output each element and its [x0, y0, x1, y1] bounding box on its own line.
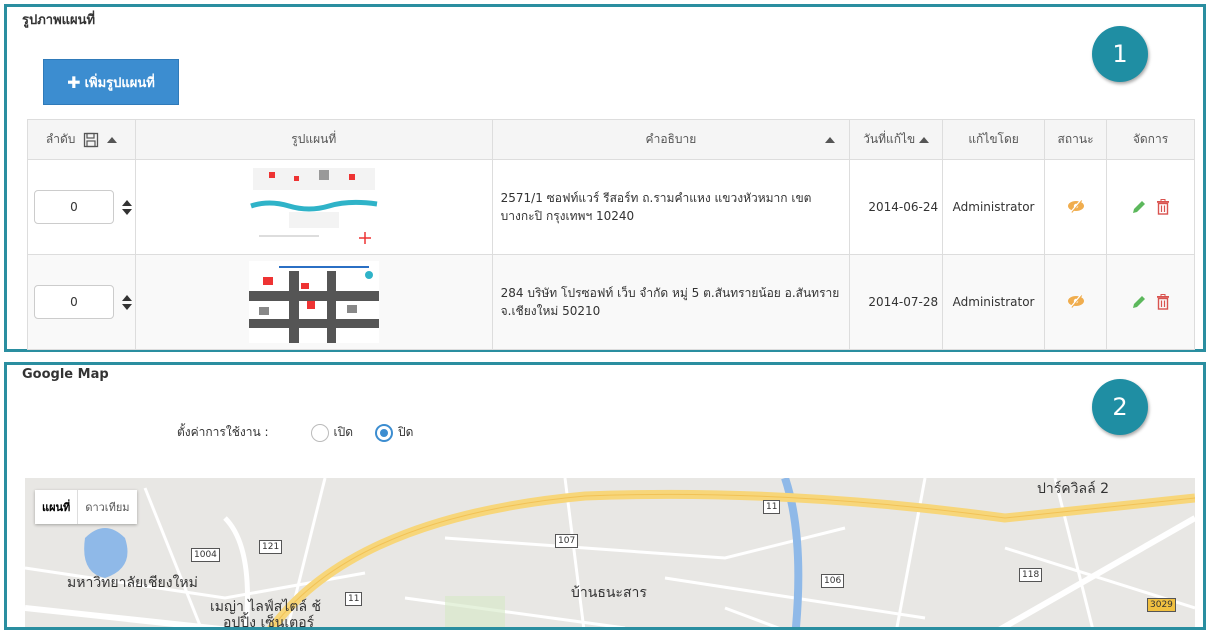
- order-cell: 0: [27, 159, 136, 255]
- road-number-badge: 106: [821, 574, 845, 588]
- header-manage: จัดการ: [1106, 119, 1195, 160]
- map-label-ban-thanasan: บ้านธนะสาร: [571, 585, 647, 601]
- sort-up-icon[interactable]: [825, 137, 836, 143]
- header-status: สถานะ: [1044, 119, 1108, 160]
- order-stepper[interactable]: [121, 292, 134, 313]
- road-number-badge: 11: [763, 500, 781, 514]
- radio-on[interactable]: [310, 423, 329, 442]
- radio-off-label: ปิด: [398, 425, 414, 439]
- road-number-badge: 118: [1019, 568, 1043, 582]
- road-number-badge: 121: [259, 540, 283, 554]
- radio-on-label: เปิด: [333, 425, 354, 439]
- image-cell: [134, 159, 493, 255]
- sort-up-icon: [919, 136, 930, 143]
- setting-label: ตั้งค่าการใช้งาน :: [177, 425, 269, 439]
- edited-by-cell: Administrator: [942, 159, 1046, 255]
- radio-option-off[interactable]: ปิด: [375, 423, 413, 442]
- panel-title: Google Map: [22, 367, 109, 382]
- radio-option-on[interactable]: เปิด: [310, 423, 354, 442]
- sort-up-icon[interactable]: [107, 136, 118, 143]
- add-map-image-button[interactable]: ✚ เพิ่มรูปแผนที่: [43, 59, 179, 105]
- edit-icon[interactable]: [1131, 294, 1147, 310]
- road-number-badge: 11: [345, 592, 363, 606]
- road-number-badge: 1004: [191, 548, 220, 562]
- order-cell: 0: [27, 254, 136, 350]
- description-cell: 2571/1 ซอฟท์แวร์ รีสอร์ท ถ.รามคำแหง แขวง…: [491, 159, 851, 255]
- map-label-park-villa: ปาร์ควิลล์ 2: [1037, 481, 1110, 497]
- google-map[interactable]: แผนที่ ดาวเทียม ปาร์ควิลล์ 2 มหาวิทยาลัย…: [25, 478, 1195, 630]
- map-label-central: อปปิ้ง เซ็นเตอร์: [223, 615, 315, 630]
- header-description-label: คำอธิบาย: [645, 132, 697, 146]
- edited-by-cell: Administrator: [942, 254, 1046, 350]
- edit-icon[interactable]: [1131, 199, 1147, 215]
- map-type-control[interactable]: แผนที่ ดาวเทียม: [35, 490, 137, 524]
- order-input[interactable]: 0: [34, 190, 114, 224]
- table-row: 0: [27, 159, 1195, 255]
- delete-icon[interactable]: [1156, 199, 1170, 215]
- road-number-badge: 107: [555, 534, 579, 548]
- header-order[interactable]: ลำดับ: [27, 119, 136, 160]
- google-map-panel: Google Map 2 ตั้งค่าการใช้งาน : เปิด ปิด: [4, 362, 1206, 630]
- stepper-up-icon[interactable]: [121, 199, 132, 206]
- map-type-map[interactable]: แผนที่: [35, 490, 77, 524]
- order-input[interactable]: 0: [34, 285, 114, 319]
- road-number-badge: 3029: [1147, 598, 1176, 612]
- map-images-panel: รูปภาพแผนที่ 1 ✚ เพิ่มรูปแผนที่ ลำดับ รู…: [4, 4, 1206, 352]
- map-thumbnail[interactable]: [248, 261, 379, 343]
- order-stepper[interactable]: [121, 197, 134, 218]
- date-cell: 2014-07-28: [849, 254, 944, 350]
- plus-icon: ✚: [67, 72, 81, 92]
- stepper-down-icon[interactable]: [121, 303, 132, 310]
- save-icon[interactable]: [83, 132, 99, 148]
- header-description[interactable]: คำอธิบาย: [491, 119, 851, 160]
- status-cell: [1044, 254, 1108, 350]
- section-badge-2: 2: [1092, 379, 1148, 435]
- stepper-down-icon[interactable]: [121, 208, 132, 215]
- table-header-row: ลำดับ รูปแผนที่ คำอธิบาย วันที่แก้ไข แก้…: [27, 119, 1195, 160]
- date-cell: 2014-06-24: [849, 159, 944, 255]
- image-cell: [134, 254, 493, 350]
- map-thumbnail[interactable]: [248, 166, 379, 248]
- add-map-image-label: เพิ่มรูปแผนที่: [84, 75, 155, 91]
- status-cell: [1044, 159, 1108, 255]
- panel-title: รูปภาพแผนที่: [22, 13, 96, 28]
- radio-off[interactable]: [375, 423, 394, 442]
- map-type-satellite[interactable]: ดาวเทียม: [77, 490, 136, 524]
- table-row: 0: [27, 254, 1195, 350]
- header-date[interactable]: วันที่แก้ไข: [849, 119, 944, 160]
- manage-cell: [1106, 159, 1195, 255]
- description-cell: 284 บริษัท โปรซอฟท์ เว็บ จำกัด หมู่ 5 ต.…: [491, 254, 851, 350]
- map-label-university: มหาวิทยาลัยเชียงใหม่: [67, 575, 198, 591]
- manage-cell: [1106, 254, 1195, 350]
- eye-slash-icon[interactable]: [1067, 293, 1085, 308]
- header-order-label: ลำดับ: [45, 132, 76, 146]
- map-setting-row: ตั้งค่าการใช้งาน : เปิด ปิด: [177, 423, 435, 442]
- header-date-label: วันที่แก้ไข: [863, 132, 916, 146]
- header-image: รูปแผนที่: [134, 119, 493, 160]
- stepper-up-icon[interactable]: [121, 294, 132, 301]
- delete-icon[interactable]: [1156, 294, 1170, 310]
- map-images-table: ลำดับ รูปแผนที่ คำอธิบาย วันที่แก้ไข แก้…: [27, 119, 1195, 350]
- section-badge-1: 1: [1092, 26, 1148, 82]
- header-edited-by: แก้ไขโดย: [942, 119, 1046, 160]
- eye-slash-icon[interactable]: [1067, 198, 1085, 213]
